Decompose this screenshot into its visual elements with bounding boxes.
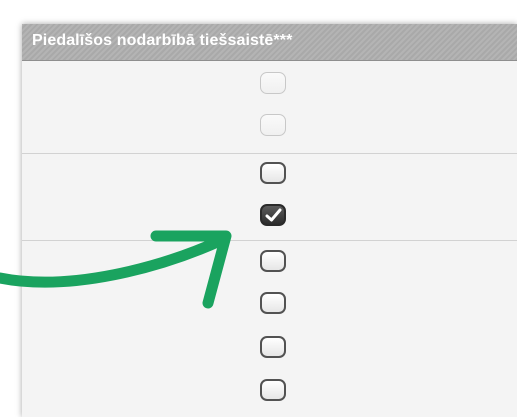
screenshot-stage: Piedalīšos nodarbībā tiešsaistē*** (0, 0, 517, 417)
curved-arrow-icon (0, 230, 232, 309)
